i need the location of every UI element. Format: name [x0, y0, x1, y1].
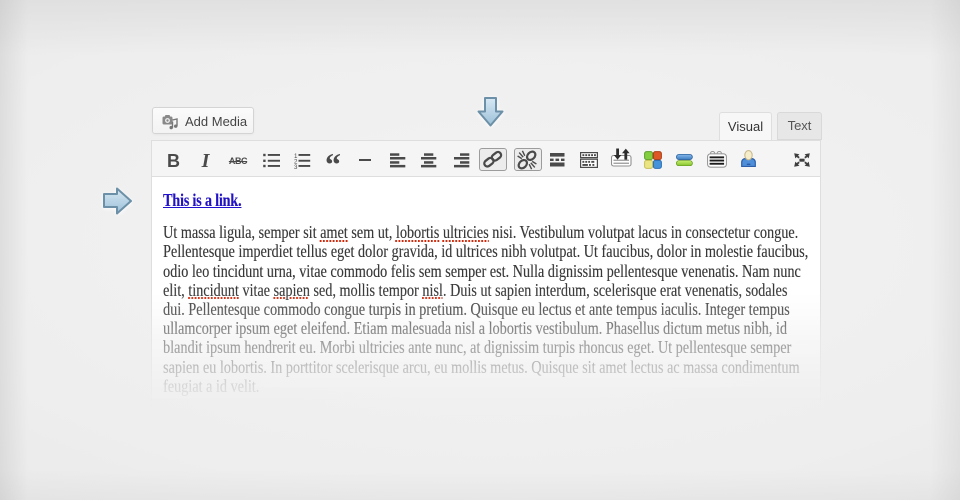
svg-text:3: 3: [294, 164, 298, 170]
